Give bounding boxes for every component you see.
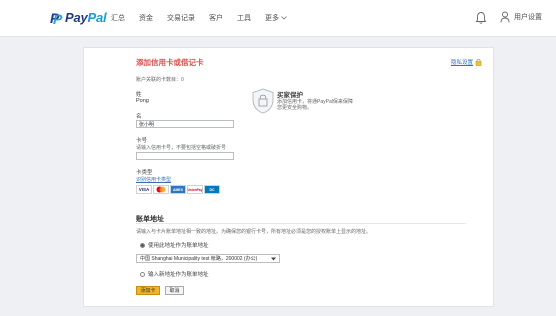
discover-card-icon[interactable]: DC — [204, 185, 220, 194]
shield-icon — [252, 88, 274, 114]
radio-existing-address[interactable] — [140, 242, 145, 248]
card-number-hint: 请输入信用卡号，不要包括空格或破折号 — [136, 145, 227, 151]
buyer-protection-title: 买家保护 — [277, 92, 303, 99]
paypal-logo[interactable]: PP PayPal — [50, 9, 107, 27]
mastercard-icon[interactable] — [153, 185, 169, 194]
mastercard-circles-icon — [156, 186, 166, 193]
main-nav: 汇总 资金 交易记录 客户 工具 更多 — [111, 13, 287, 23]
given-name-label: 名 — [136, 114, 142, 120]
card-number-label: 卡号 — [136, 138, 148, 144]
surname-label: 姓 — [136, 92, 142, 98]
billing-address-select[interactable]: 中国 Shanghai Municipality test 帐路，200002 … — [136, 254, 280, 263]
buyer-protection-text: 添加信用卡，将通PayPal保来保障您更安全购物。 — [277, 99, 353, 111]
linked-cards-count: 账户关联的卡数目：0 — [136, 77, 184, 83]
nav-tools[interactable]: 工具 — [237, 13, 251, 23]
add-card-button[interactable]: 添加卡 — [136, 286, 160, 295]
divider — [136, 223, 466, 224]
identify-card-type-link[interactable]: 识别信用卡类型 — [136, 176, 171, 183]
lock-icon — [475, 59, 482, 66]
chevron-down-icon — [281, 16, 287, 20]
billing-address-hint: 请输入与卡片账单地址相一致的地址。为确保您的银行卡号，所有地址必须是您的授权账单… — [136, 229, 372, 235]
privacy-settings-label: 隐私设置 — [451, 60, 474, 66]
paypal-wordmark: PayPal — [65, 10, 107, 25]
surname-value: Pong — [136, 98, 149, 104]
nav-funds[interactable]: 资金 — [139, 13, 153, 23]
paypal-p-icon: PP — [50, 9, 63, 27]
amex-card-icon[interactable]: AMEX — [170, 185, 186, 194]
cancel-button[interactable]: 取消 — [165, 286, 184, 295]
logo-pay: Pay — [65, 10, 88, 25]
new-address-label: 输入新地址作为账单地址 — [148, 272, 209, 278]
add-card-panel: 添加信用卡或借记卡 隐私设置 账户关联的卡数目：0 姓 Pong 名 卡号 请输… — [83, 47, 494, 307]
nav-transactions[interactable]: 交易记录 — [167, 13, 195, 23]
dropdown-arrow-icon — [271, 257, 276, 260]
radio-new-address[interactable] — [140, 271, 145, 277]
logo-pal: Pal — [87, 10, 107, 25]
nav-more[interactable]: 更多 — [265, 13, 287, 23]
visa-label: VISA — [138, 187, 150, 192]
nav-customers[interactable]: 客户 — [209, 13, 223, 23]
nav-more-label: 更多 — [265, 15, 279, 22]
card-number-field[interactable] — [136, 152, 234, 160]
visa-card-icon[interactable]: VISA — [136, 185, 152, 194]
given-name-field[interactable] — [136, 120, 234, 128]
amex-label: AMEX — [172, 187, 184, 192]
new-address-option[interactable]: 输入新地址作为账单地址 — [140, 270, 209, 278]
privacy-settings-link[interactable]: 隐私设置 — [451, 58, 482, 66]
nav-summary[interactable]: 汇总 — [111, 13, 125, 23]
card-type-label: 卡类型 — [136, 170, 153, 176]
billing-address-value: 中国 Shanghai Municipality test 帐路，200002 … — [140, 256, 258, 262]
top-bar: PP PayPal 汇总 资金 交易记录 客户 工具 更多 用户设置 — [0, 0, 556, 37]
unionpay-label: UnionPay — [187, 187, 203, 192]
use-existing-address-label: 使用此地址作为账单地址 — [148, 243, 209, 249]
page-title: 添加信用卡或借记卡 — [136, 58, 204, 67]
unionpay-card-icon[interactable]: UnionPay — [187, 185, 203, 194]
user-icon — [500, 11, 510, 23]
user-settings-label: 用户设置 — [514, 14, 542, 21]
user-settings[interactable]: 用户设置 — [500, 11, 542, 23]
discover-label: DC — [209, 187, 215, 192]
card-brand-list: VISA AMEX UnionPay DC — [136, 185, 220, 194]
use-existing-address-option[interactable]: 使用此地址作为账单地址 — [140, 241, 209, 249]
bell-icon[interactable] — [475, 11, 487, 25]
